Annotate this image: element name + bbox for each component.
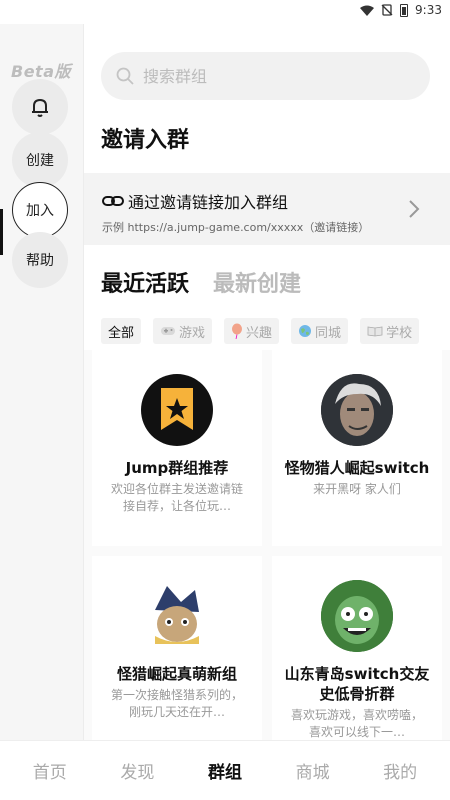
status-time: 9:33 [415, 3, 442, 17]
group-avatar [321, 580, 393, 652]
search-input[interactable] [143, 66, 403, 86]
palico-avatar [155, 586, 199, 644]
wifi-icon [360, 5, 375, 16]
group-tabs: 最近活跃 最新创建 [101, 266, 301, 298]
group-name: 山东青岛switch交友史低骨折群 [284, 665, 430, 703]
globe-icon [299, 325, 312, 337]
invite-link-label: 通过邀请链接加入群组 [128, 193, 289, 212]
nav-home[interactable]: 首页 [20, 758, 80, 783]
hunter-portrait [321, 374, 393, 446]
group-name: Jump群组推荐 [125, 459, 229, 477]
group-card[interactable]: 怪物猎人崛起switch 来开黑呀 家人们 [272, 350, 442, 546]
invite-link-example: 示例 https://a.jump-game.com/xxxxx（邀请链接） [102, 221, 370, 234]
chip-games-label: 游戏 [179, 325, 206, 341]
star-bookmark-logo [161, 388, 193, 430]
cartoon-face [321, 580, 393, 652]
group-card[interactable]: 山东青岛switch交友史低骨折群 喜欢玩游戏，喜欢唠嗑，喜欢可以线下一… [272, 556, 442, 740]
group-avatar [141, 374, 213, 446]
tab-recent-active[interactable]: 最近活跃 [101, 266, 189, 298]
battery-icon [400, 3, 409, 17]
search-bar[interactable] [101, 52, 430, 100]
nav-store[interactable]: 商城 [283, 758, 343, 783]
invite-section-title: 邀请入群 [101, 128, 190, 153]
group-desc: 第一次接触怪猎系列的，刚玩几天还在开… [110, 688, 243, 719]
chip-games[interactable]: 游戏 [153, 318, 213, 344]
chip-all-label: 全部 [108, 325, 135, 341]
group-name: 怪物猎人崛起switch [284, 459, 430, 477]
group-card[interactable]: Jump群组推荐 欢迎各位群主发送邀请链接自荐，让各位玩… [92, 350, 262, 546]
link-icon [102, 196, 124, 206]
bottom-nav: 首页 发现 群组 商城 我的 [0, 740, 450, 800]
rail-help-button[interactable]: 帮助 [12, 232, 68, 288]
rail-join-button[interactable]: 加入 [12, 182, 68, 238]
nav-groups[interactable]: 群组 [195, 758, 255, 783]
chip-local[interactable]: 同城 [291, 318, 349, 344]
tab-newest[interactable]: 最新创建 [213, 266, 301, 298]
notifications-button[interactable] [12, 79, 68, 135]
status-icons: 9:33 [360, 3, 442, 17]
status-bar: 9:33 [0, 0, 450, 24]
chip-all[interactable]: 全部 [101, 318, 142, 344]
group-desc: 来开黑呀 家人们 [313, 482, 401, 496]
balloon-icon [232, 323, 243, 339]
no-sim-icon [381, 4, 393, 16]
group-card[interactable]: 怪猎崛起真萌新组 第一次接触怪猎系列的，刚玩几天还在开… [92, 556, 262, 740]
group-avatar [321, 374, 393, 446]
chip-school[interactable]: 学校 [360, 318, 420, 344]
group-avatar [141, 580, 213, 652]
invite-link-card[interactable]: 通过邀请链接加入群组 示例 https://a.jump-game.com/xx… [84, 173, 450, 245]
nav-discover[interactable]: 发现 [107, 758, 167, 783]
chip-local-label: 同城 [315, 325, 342, 341]
search-icon [116, 67, 134, 85]
nav-me[interactable]: 我的 [370, 758, 430, 783]
rail-create-button[interactable]: 创建 [12, 132, 68, 188]
bell-icon [32, 98, 48, 117]
chip-interests-label: 兴趣 [246, 325, 273, 341]
group-desc: 欢迎各位群主发送邀请链接自荐，让各位玩… [110, 482, 243, 513]
side-rail: Beta版 创建 加入 帮助 [0, 24, 84, 740]
chip-school-label: 学校 [386, 325, 413, 341]
gamepad-icon [161, 327, 176, 335]
group-desc: 喜欢玩游戏，喜欢唠嗑，喜欢可以线下一… [290, 708, 423, 739]
filter-chips: 全部 游戏 兴趣 同城 学校 [101, 318, 420, 344]
chevron-right-icon [409, 200, 420, 218]
rail-active-marker [0, 209, 3, 255]
invite-link-row: 通过邀请链接加入群组 [102, 189, 288, 213]
chip-interests[interactable]: 兴趣 [224, 318, 280, 344]
book-icon [367, 326, 383, 337]
group-name: 怪猎崛起真萌新组 [116, 665, 237, 683]
group-grid: Jump群组推荐 欢迎各位群主发送邀请链接自荐，让各位玩… 怪物猎人崛起swit… [84, 350, 450, 740]
